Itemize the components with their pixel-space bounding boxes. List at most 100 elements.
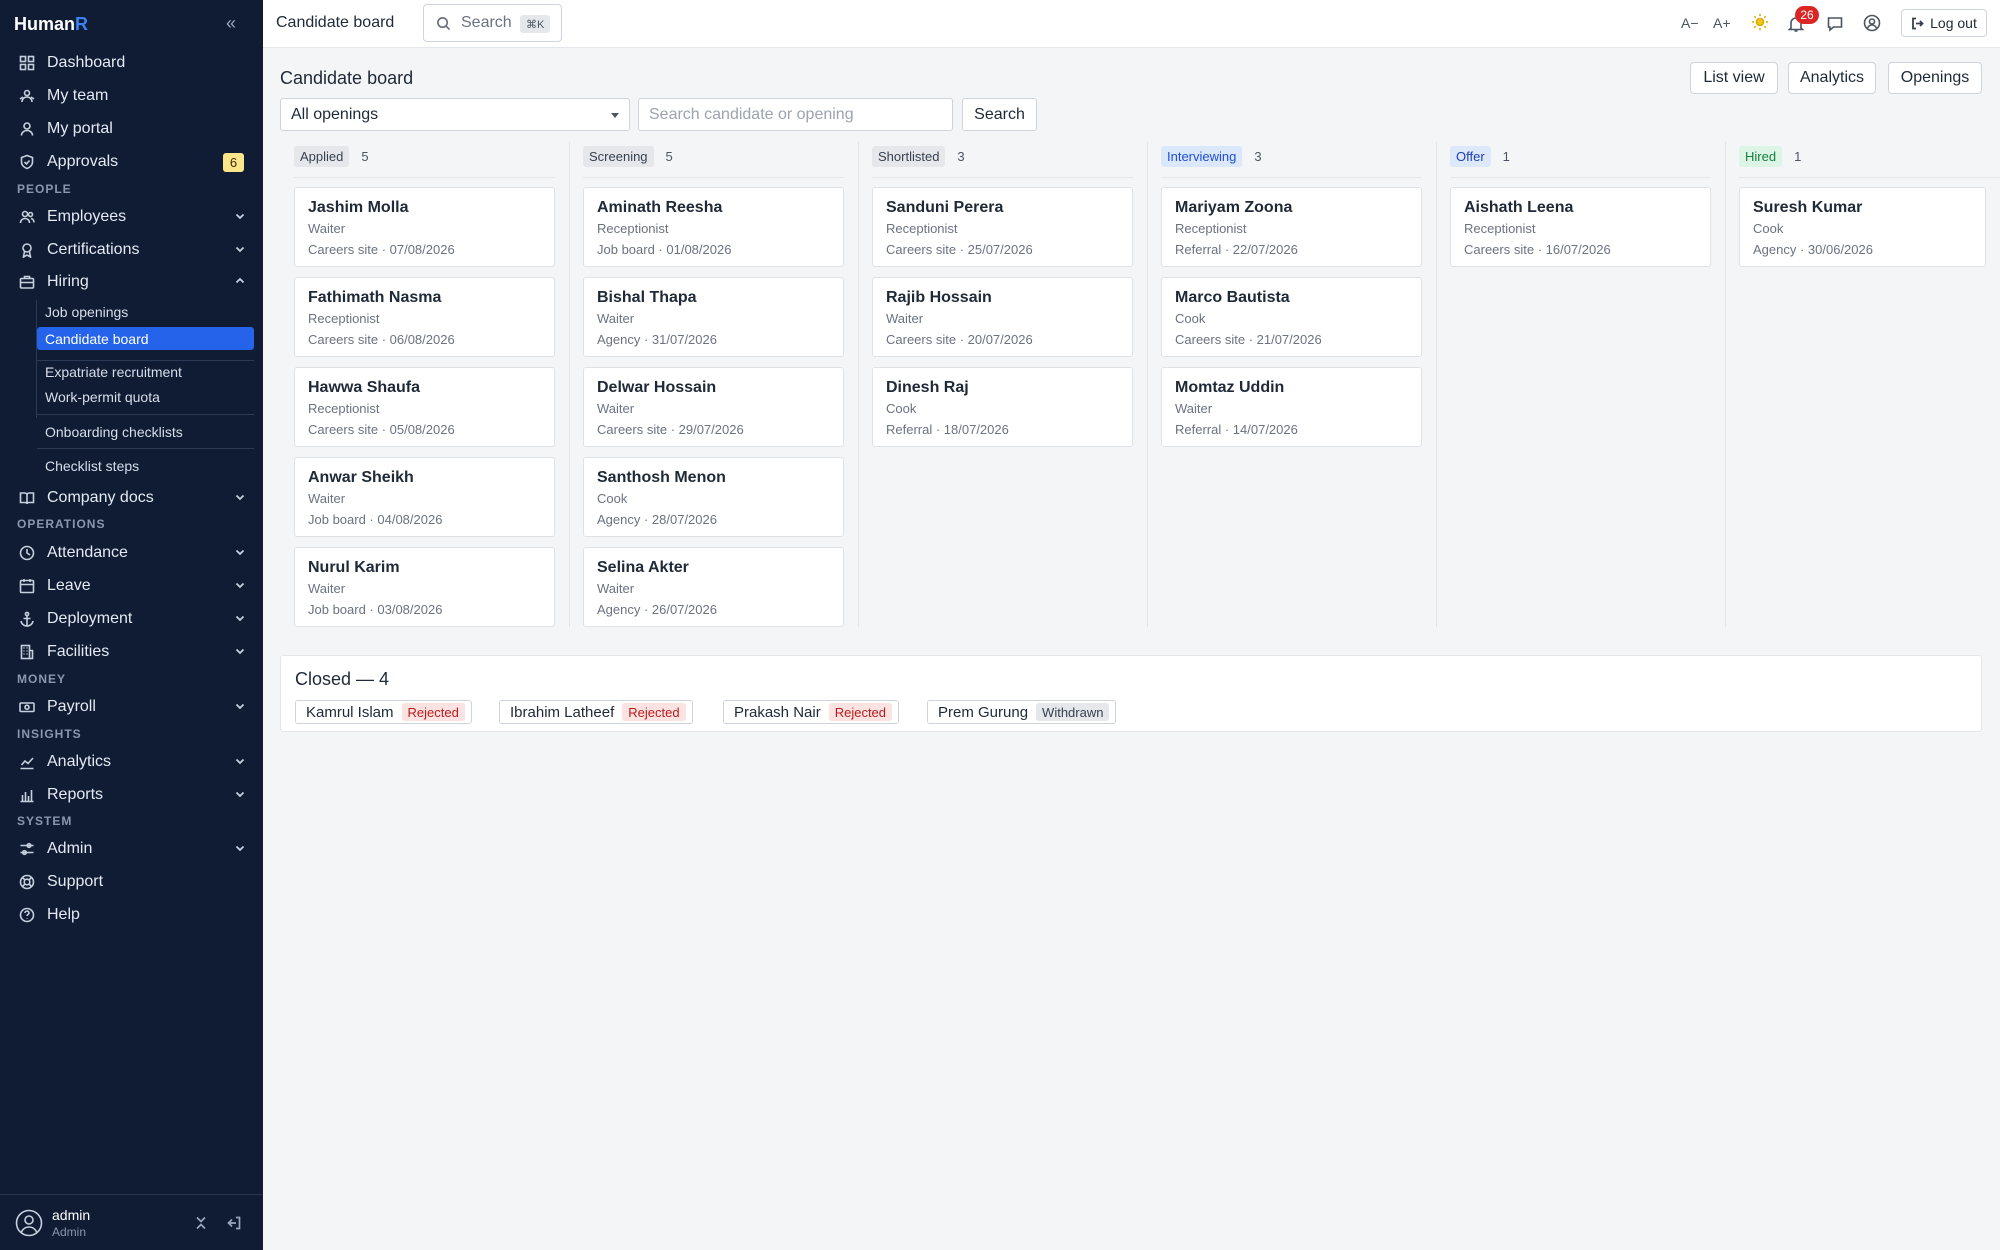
sidebar-item-support[interactable]: Support xyxy=(0,867,263,897)
candidate-name: Suresh Kumar xyxy=(1753,199,1863,216)
bar-chart-icon xyxy=(18,786,36,804)
sidebar-item-my-team[interactable]: My team xyxy=(0,81,263,111)
column-header: Interviewing 3 xyxy=(1161,146,1262,167)
sidebar-item-analytics[interactable]: Analytics xyxy=(0,747,263,777)
sidebar-sub-job-openings[interactable]: Job openings xyxy=(45,304,128,320)
candidate-card[interactable]: Bishal Thapa Waiter Agency · 31/07/2026 xyxy=(583,277,844,357)
sidebar-sub-onboarding-checklists[interactable]: Onboarding checklists xyxy=(45,424,183,440)
sidebar-item-employees[interactable]: Employees xyxy=(0,202,263,232)
shortcut-hint: ⌘K xyxy=(520,15,551,33)
column-header: Applied 5 xyxy=(294,146,369,167)
sidebar-sub-expatriate-recruitment[interactable]: Expatriate recruitment xyxy=(45,364,182,380)
candidate-card[interactable]: Nurul Karim Waiter Job board · 03/08/2026 xyxy=(294,547,555,627)
sidebar-item-label: Approvals xyxy=(47,153,119,170)
logout-button[interactable]: Log out xyxy=(1901,9,1987,37)
sidebar-item-payroll[interactable]: Payroll xyxy=(0,692,263,722)
stage-tag: Applied xyxy=(294,146,350,167)
candidate-card[interactable]: Aishath Leena Receptionist Careers site · … xyxy=(1450,187,1711,267)
candidate-card[interactable]: Hawwa Shaufa Receptionist Careers site · 0… xyxy=(294,367,555,447)
candidate-role: Receptionist xyxy=(308,311,380,326)
font-decrease-button[interactable]: A− xyxy=(1681,15,1699,31)
section-label-people: PEOPLE xyxy=(17,182,72,196)
column-header: Shortlisted 3 xyxy=(872,146,965,167)
candidate-card[interactable]: Marco Bautista Cook Careers site · 21/07/2… xyxy=(1161,277,1422,357)
candidate-role: Cook xyxy=(597,491,628,506)
candidate-role: Receptionist xyxy=(308,401,380,416)
sidebar-item-dashboard[interactable]: Dashboard xyxy=(0,48,263,78)
candidate-source-date: Job board · 03/08/2026 xyxy=(308,602,443,617)
candidate-source-date: Careers site · 06/08/2026 xyxy=(308,332,455,347)
candidate-name: Marco Bautista xyxy=(1175,289,1290,306)
clock-icon xyxy=(18,544,36,562)
candidate-card[interactable]: Santhosh Menon Cook Agency · 28/07/2026 xyxy=(583,457,844,537)
candidate-card[interactable]: Anwar Sheikh Waiter Job board · 04/08/2026 xyxy=(294,457,555,537)
stage-tag: Interviewing xyxy=(1161,146,1243,167)
account-icon[interactable] xyxy=(1863,14,1881,35)
stage-tag: Offer xyxy=(1450,146,1491,167)
collapse-sidebar-icon[interactable]: « xyxy=(226,13,236,34)
column-header: Screening 5 xyxy=(583,146,673,167)
chat-icon[interactable] xyxy=(1826,15,1844,36)
closed-status-badge: Rejected xyxy=(622,703,686,721)
candidate-card[interactable]: Fathimath Nasma Receptionist Careers site … xyxy=(294,277,555,357)
brand-logo[interactable]: HumanR xyxy=(14,14,88,35)
candidate-card[interactable]: Dinesh Raj Cook Referral · 18/07/2026 xyxy=(872,367,1133,447)
board-column-offer: Offer 1 Aishath Leena Receptionist Careers s… xyxy=(1436,142,1725,627)
candidate-role: Waiter xyxy=(597,581,635,596)
sidebar-footer: admin Admin xyxy=(0,1194,263,1250)
closed-title: Closed — 4 xyxy=(295,669,390,689)
font-increase-button[interactable]: A+ xyxy=(1713,15,1731,31)
logout-icon[interactable] xyxy=(226,1215,242,1231)
sidebar-item-my-portal[interactable]: My portal xyxy=(0,114,263,144)
closed-candidate-name: Prakash Nair xyxy=(734,703,821,721)
sidebar-item-label: Facilities xyxy=(47,643,110,660)
candidate-card[interactable]: Mariyam Zoona Receptionist Referral · 22/0… xyxy=(1161,187,1422,267)
list-view-button[interactable]: List view xyxy=(1690,62,1778,94)
sidebar-item-help[interactable]: Help xyxy=(0,900,263,930)
closed-candidate-chip[interactable]: Prem Gurung Withdrawn xyxy=(927,700,1117,724)
sidebar-item-admin[interactable]: Admin xyxy=(0,834,263,864)
theme-sun-icon[interactable] xyxy=(1751,13,1769,34)
closed-candidate-chip[interactable]: Prakash Nair Rejected xyxy=(723,700,900,724)
sidebar-sub-checklist-steps[interactable]: Checklist steps xyxy=(45,458,139,474)
sidebar-sub-work-permit-quota[interactable]: Work-permit quota xyxy=(45,389,160,405)
board-column-applied: Applied 5 Jashim Molla Waiter Careers site ·… xyxy=(280,142,569,627)
collapse-vertical-icon[interactable] xyxy=(193,1215,209,1231)
sidebar-item-approvals[interactable]: Approvals 6 xyxy=(0,147,263,177)
candidate-card[interactable]: Suresh Kumar Cook Agency · 30/06/2026 xyxy=(1739,187,1986,267)
avatar-icon[interactable] xyxy=(15,1209,43,1237)
sidebar-item-attendance[interactable]: Attendance xyxy=(0,538,263,568)
candidate-card[interactable]: Jashim Molla Waiter Careers site · 07/08/2… xyxy=(294,187,555,267)
global-search-button[interactable]: Search ⌘K xyxy=(423,4,562,42)
candidate-card[interactable]: Selina Akter Waiter Agency · 26/07/2026 xyxy=(583,547,844,627)
candidate-source-date: Referral · 18/07/2026 xyxy=(886,422,1009,437)
sidebar-item-facilities[interactable]: Facilities xyxy=(0,637,263,667)
candidate-role: Waiter xyxy=(1175,401,1213,416)
sidebar-item-reports[interactable]: Reports xyxy=(0,780,263,810)
sidebar-sub-candidate-board[interactable]: Candidate board xyxy=(37,327,254,350)
stage-count: 3 xyxy=(957,149,965,164)
candidate-role: Waiter xyxy=(597,311,635,326)
candidate-card[interactable]: Rajib Hossain Waiter Careers site · 20/07/… xyxy=(872,277,1133,357)
closed-candidate-chip[interactable]: Ibrahim Latheef Rejected xyxy=(499,700,693,724)
sidebar-item-deployment[interactable]: Deployment xyxy=(0,604,263,634)
candidate-card[interactable]: Aminath Reesha Receptionist Job board · 01… xyxy=(583,187,844,267)
candidate-search-input[interactable] xyxy=(638,98,953,131)
candidate-card[interactable]: Momtaz Uddin Waiter Referral · 14/07/2026 xyxy=(1161,367,1422,447)
global-search-label: Search xyxy=(461,14,512,31)
openings-button[interactable]: Openings xyxy=(1888,62,1982,94)
search-button[interactable]: Search xyxy=(962,98,1037,131)
sidebar-item-certifications[interactable]: Certifications xyxy=(0,235,263,265)
candidate-name: Bishal Thapa xyxy=(597,289,697,306)
candidate-card[interactable]: Delwar Hossain Waiter Careers site · 29/07… xyxy=(583,367,844,447)
sidebar-item-hiring[interactable]: Hiring xyxy=(0,267,263,297)
user-icon xyxy=(18,120,36,138)
candidate-source-date: Careers site · 29/07/2026 xyxy=(597,422,744,437)
candidate-card[interactable]: Sanduni Perera Receptionist Careers site ·… xyxy=(872,187,1133,267)
sidebar-item-company-docs[interactable]: Company docs xyxy=(0,483,263,513)
anchor-icon xyxy=(18,610,36,628)
sidebar-item-leave[interactable]: Leave xyxy=(0,571,263,601)
closed-candidate-chip[interactable]: Kamrul Islam Rejected xyxy=(295,700,472,724)
opening-filter-select[interactable]: All openings xyxy=(280,98,630,131)
analytics-button[interactable]: Analytics xyxy=(1788,62,1876,94)
